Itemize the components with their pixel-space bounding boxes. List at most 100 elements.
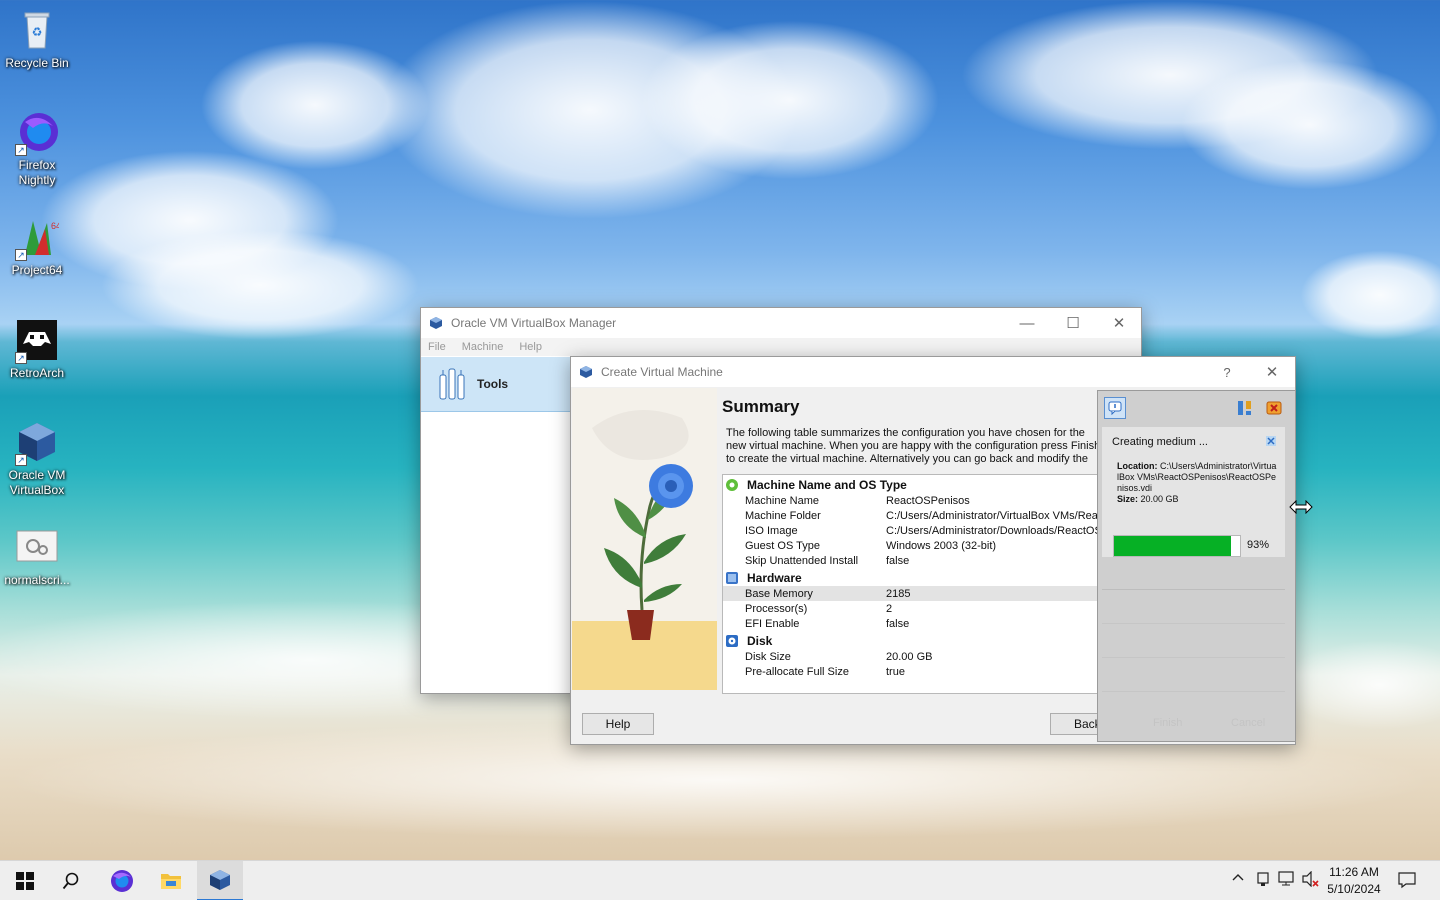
section-header: Hardware xyxy=(723,570,1099,586)
desktop-icon-firefox-nightly[interactable]: ↗ Firefox Nightly xyxy=(2,110,72,188)
tray-network[interactable] xyxy=(1278,871,1296,890)
row-value: Windows 2003 (32-bit) xyxy=(886,539,997,552)
table-row: Pre-allocate Full Size true xyxy=(723,664,1099,679)
progress-item: Creating medium ... Location: C:\Users\A… xyxy=(1102,427,1285,557)
virtualbox-icon: ↗ xyxy=(15,420,59,466)
table-row: Guest OS Type Windows 2003 (32-bit) xyxy=(723,538,1099,553)
desktop-icon-retroarch[interactable]: ↗ RetroArch xyxy=(2,318,72,381)
desktop-icon-label: normalscri... xyxy=(4,573,70,587)
desktop-icon-project64[interactable]: 64 ↗ Project64 xyxy=(2,215,72,278)
clock-date: 5/10/2024 xyxy=(1327,882,1381,896)
row-value: true xyxy=(886,665,905,678)
location-label: Location: xyxy=(1117,461,1158,471)
row-key: EFI Enable xyxy=(745,617,800,630)
section-header: Disk xyxy=(723,633,1099,649)
table-row: Disk Size 20.00 GB xyxy=(723,649,1099,664)
progress-bar-fill xyxy=(1114,536,1232,556)
section-title: Hardware xyxy=(747,571,802,585)
retroarch-icon: ↗ xyxy=(15,318,59,364)
cancel-button[interactable]: Cancel xyxy=(1231,717,1265,729)
progress-bar xyxy=(1113,535,1241,557)
divider xyxy=(1102,589,1285,590)
desktop-icon-normalscript[interactable]: normalscri... xyxy=(2,525,72,588)
tools-icon xyxy=(439,368,465,400)
maximize-button[interactable]: ☐ xyxy=(1050,308,1096,338)
minimize-button[interactable]: — xyxy=(1004,308,1050,338)
summary-description: The following table summarizes the confi… xyxy=(726,427,1101,467)
desktop-icon-recycle-bin[interactable]: ♻ Recycle Bin xyxy=(2,8,72,71)
project64-icon: 64 ↗ xyxy=(15,215,61,261)
wizard-illustration xyxy=(572,388,717,690)
progress-title: Creating medium ... xyxy=(1112,436,1208,448)
firefox-nightly-icon: ↗ xyxy=(15,110,59,156)
desktop-icon-label: Firefox Nightly xyxy=(18,158,56,187)
taskbar-virtualbox[interactable] xyxy=(197,861,243,900)
notification-icon xyxy=(1398,872,1416,889)
row-key: Guest OS Type xyxy=(745,539,821,552)
finish-button[interactable]: Finish xyxy=(1153,717,1182,729)
summary-table[interactable]: Machine Name and OS Type Machine Name Rea… xyxy=(722,474,1100,694)
desktop-icon-label: RetroArch xyxy=(9,366,65,380)
close-icon[interactable] xyxy=(1266,436,1276,446)
close-button[interactable]: ✕ xyxy=(1249,357,1295,387)
menu-file[interactable]: File xyxy=(428,341,446,353)
desktop-icon-virtualbox[interactable]: ↗ Oracle VM VirtualBox xyxy=(2,420,72,498)
sort-icon[interactable] xyxy=(1236,399,1254,417)
row-value: 20.00 GB xyxy=(886,650,933,663)
creating-medium-panel: Creating medium ... Location: C:\Users\A… xyxy=(1097,390,1296,742)
context-help-button[interactable]: ? xyxy=(1204,357,1250,387)
search-button[interactable] xyxy=(48,861,94,900)
show-hidden-icons-button[interactable] xyxy=(1231,871,1245,888)
start-button[interactable] xyxy=(2,861,48,900)
notification-center-button[interactable] xyxy=(1104,397,1126,419)
taskbar-file-explorer[interactable] xyxy=(148,861,194,900)
size-value: 20.00 GB xyxy=(1140,494,1179,504)
table-row: EFI Enable false xyxy=(723,616,1099,631)
system-clock[interactable]: 11:26 AM 5/10/2024 xyxy=(1316,864,1392,898)
divider xyxy=(1102,623,1285,624)
row-key: Machine Folder xyxy=(745,509,821,522)
row-value: C:/Users/Administrator/VirtualBox VMs/Re… xyxy=(886,509,1099,522)
table-row: Machine Name ReactOSPenisos xyxy=(723,493,1099,508)
help-button[interactable]: Help xyxy=(582,713,654,735)
clear-notifications-icon[interactable] xyxy=(1265,399,1283,417)
search-icon xyxy=(62,872,79,890)
usb-device-icon xyxy=(1257,872,1269,886)
action-center-button[interactable] xyxy=(1398,871,1416,892)
row-key: Disk Size xyxy=(745,650,791,663)
taskbar: 11:26 AM 5/10/2024 xyxy=(0,860,1440,900)
table-row: ISO Image C:/Users/Administrator/Download… xyxy=(723,523,1099,538)
summary-heading: Summary xyxy=(722,397,799,417)
recycle-bin-icon: ♻ xyxy=(15,8,59,52)
tools-item[interactable]: Tools xyxy=(421,357,571,412)
dialog-title: Create Virtual Machine xyxy=(601,365,723,379)
chevron-up-icon xyxy=(1232,874,1244,881)
menu-machine[interactable]: Machine xyxy=(462,341,504,353)
divider xyxy=(1102,657,1285,658)
section-header: Machine Name and OS Type xyxy=(723,477,1099,493)
window-title: Oracle VM VirtualBox Manager xyxy=(451,316,617,330)
table-row: Machine Folder C:/Users/Administrator/Vir… xyxy=(723,508,1099,523)
taskbar-firefox-nightly[interactable] xyxy=(99,861,145,900)
section-title: Machine Name and OS Type xyxy=(747,478,907,492)
progress-percent: 93% xyxy=(1247,539,1270,551)
os-type-icon xyxy=(726,479,738,491)
script-file-icon xyxy=(15,525,59,569)
clock-time: 11:26 AM xyxy=(1329,865,1379,879)
row-key: Base Memory xyxy=(745,587,813,600)
row-key: ISO Image xyxy=(745,524,798,537)
resize-cursor-icon xyxy=(1289,500,1313,514)
svg-text:64: 64 xyxy=(51,221,59,231)
row-value: false xyxy=(886,617,910,630)
tools-label: Tools xyxy=(477,377,509,391)
close-button[interactable]: ✕ xyxy=(1096,308,1142,338)
firefox-nightly-icon xyxy=(111,870,133,892)
section-title: Disk xyxy=(747,634,773,648)
tray-usb[interactable] xyxy=(1255,871,1271,890)
title-bar[interactable]: Create Virtual Machine xyxy=(571,357,1295,387)
start-icon xyxy=(16,872,34,890)
desktop-icon-label: Oracle VM VirtualBox xyxy=(8,468,66,497)
desktop-icon-label: Project64 xyxy=(11,263,63,277)
row-key: Machine Name xyxy=(745,494,819,507)
menu-help[interactable]: Help xyxy=(519,341,542,353)
